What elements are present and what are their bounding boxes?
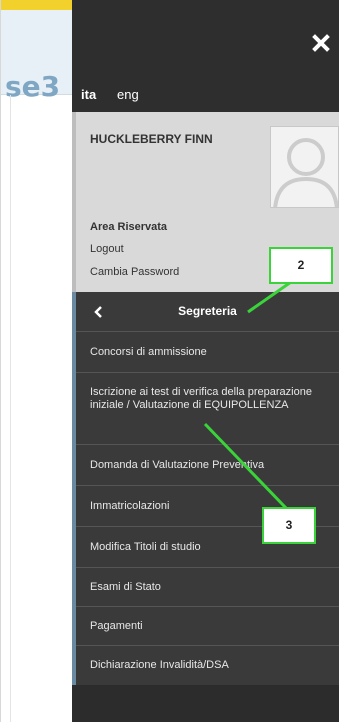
menu-item-label: Iscrizione ai test di verifica della pre… (90, 386, 312, 411)
menu-item-label: Domanda di Valutazione Preventiva (90, 459, 265, 471)
language-eng[interactable]: eng (117, 87, 139, 102)
annotation-callout-3: 3 (262, 507, 316, 544)
menu-title: Segreteria (178, 304, 237, 318)
drawer-top-bar: ita eng (72, 0, 339, 112)
menu-item-label: Esami di Stato (90, 581, 161, 593)
logout-link[interactable]: Logout (90, 243, 124, 255)
menu-header-segreteria[interactable]: Segreteria (76, 292, 339, 332)
drawer-footer (72, 685, 339, 722)
menu-item-label: Dichiarazione Invalidità/DSA (90, 659, 229, 671)
menu-item-label: Concorsi di ammissione (90, 346, 207, 358)
avatar (270, 126, 339, 208)
menu-item-valutazione-preventiva[interactable]: Domanda di Valutazione Preventiva (76, 445, 339, 486)
menu-item-invalidita-dsa[interactable]: Dichiarazione Invalidità/DSA (76, 646, 339, 685)
menu-item-concorsi[interactable]: Concorsi di ammissione (76, 332, 339, 373)
segreteria-menu: Segreteria Concorsi di ammissione Iscriz… (72, 292, 339, 685)
user-avatar-icon (273, 138, 338, 207)
background-top-bar (1, 0, 73, 10)
menu-item-label: Pagamenti (90, 620, 143, 632)
language-ita[interactable]: ita (81, 87, 96, 102)
menu-item-esami-di-stato[interactable]: Esami di Stato (76, 568, 339, 607)
background-logo-text: se3 (5, 70, 61, 103)
change-password-link[interactable]: Cambia Password (90, 266, 179, 278)
user-name: HUCKLEBERRY FINN (90, 132, 213, 146)
reserved-area-label: Area Riservata (90, 221, 168, 233)
menu-item-pagamenti[interactable]: Pagamenti (76, 607, 339, 646)
menu-item-iscrizione-test[interactable]: Iscrizione ai test di verifica della pre… (76, 373, 339, 445)
close-icon[interactable] (311, 33, 331, 53)
annotation-callout-2: 2 (269, 247, 333, 284)
background-page: se3 (0, 0, 73, 722)
side-drawer: ita eng HUCKLEBERRY FINN Area Riservata … (72, 0, 339, 722)
background-content-edge (10, 95, 11, 722)
